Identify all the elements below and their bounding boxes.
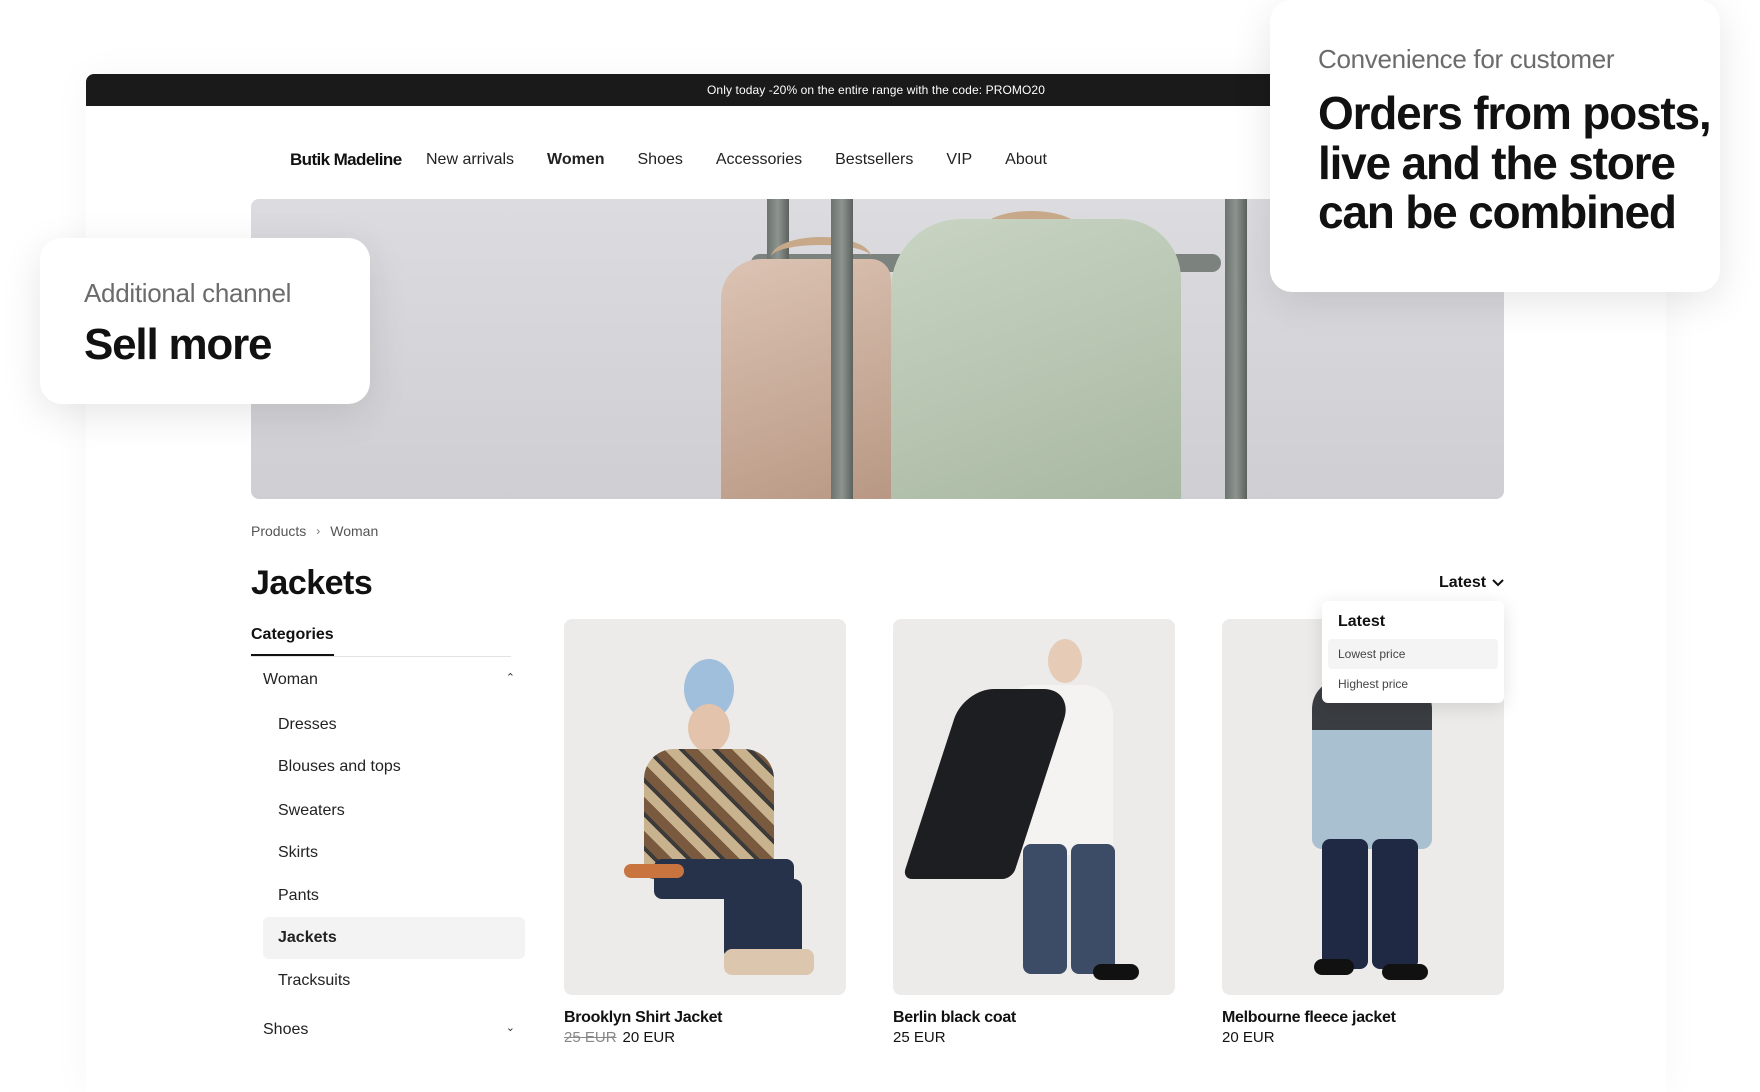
category-group-label: Woman (263, 671, 318, 688)
product-card[interactable]: Berlin black coat 25 EUR (893, 619, 1175, 1046)
chevron-right-icon: › (316, 524, 321, 538)
breadcrumb-woman[interactable]: Woman (330, 523, 378, 539)
jeans (1023, 844, 1067, 974)
product-image[interactable] (564, 619, 846, 995)
jeans (1372, 839, 1418, 969)
product-card[interactable]: Brooklyn Shirt Jacket 25 EUR 20 EUR (564, 619, 846, 1046)
brand-logo[interactable]: Butik Madeline (290, 150, 402, 170)
category-item-pants[interactable]: Pants (263, 875, 525, 917)
product-price: 25 EUR 20 EUR (564, 1029, 846, 1046)
card-headline: Sell more (84, 320, 272, 369)
chevron-down-icon: ⌄ (505, 1022, 515, 1034)
product-current-price: 20 EUR (622, 1029, 676, 1046)
product-image[interactable] (893, 619, 1175, 995)
face (1048, 639, 1082, 683)
sort-option-lowest-price[interactable]: Lowest price (1328, 639, 1498, 669)
jeans (724, 879, 764, 959)
page-title: Jackets (251, 564, 373, 602)
rack-pole (1225, 199, 1247, 499)
stool-seat (624, 864, 684, 878)
nav-women[interactable]: Women (547, 151, 604, 169)
sort-label: Latest (1439, 574, 1487, 591)
sort-option-latest[interactable]: Latest (1328, 611, 1498, 639)
product-price: 20 EUR (1222, 1029, 1504, 1046)
category-group-woman[interactable]: Woman ⌃ (263, 671, 515, 689)
beige-garment (721, 259, 891, 499)
chevron-down-icon (1492, 579, 1504, 587)
category-item-tracksuits[interactable]: Tracksuits (263, 960, 525, 1002)
sort-dropdown[interactable]: Latest (1439, 574, 1504, 592)
face (688, 704, 730, 752)
breadcrumb-products[interactable]: Products (251, 523, 306, 539)
sort-menu: Latest Lowest price Highest price (1322, 601, 1504, 703)
sort-option-highest-price[interactable]: Highest price (1328, 669, 1498, 699)
fleece-jacket (1312, 679, 1432, 849)
product-price: 25 EUR (893, 1029, 1175, 1046)
shoe (1314, 959, 1354, 975)
rack-pole (831, 199, 853, 499)
breadcrumb: Products › Woman (251, 523, 378, 539)
nav-accessories[interactable]: Accessories (716, 151, 802, 169)
nav-about[interactable]: About (1005, 151, 1047, 169)
product-name: Berlin black coat (893, 1009, 1016, 1026)
nav-new-arrivals[interactable]: New arrivals (426, 151, 514, 169)
shoe (1382, 964, 1428, 980)
product-current-price: 20 EUR (1222, 1029, 1275, 1046)
jeans (1322, 839, 1368, 969)
product-old-price: 25 EUR (564, 1029, 617, 1046)
card-headline: Orders from posts, live and the store ca… (1318, 87, 1712, 239)
card-kicker: Additional channel (84, 278, 292, 308)
feature-card-left: Additional channel Sell more (40, 238, 370, 404)
product-name: Melbourne fleece jacket (1222, 1009, 1396, 1026)
boots (724, 949, 814, 975)
jeans (1071, 844, 1115, 974)
category-item-blouses-and-tops[interactable]: Blouses and tops (263, 746, 525, 788)
divider (251, 656, 511, 657)
category-group-shoes[interactable]: Shoes ⌄ (263, 1021, 515, 1039)
category-item-jackets[interactable]: Jackets (263, 917, 525, 959)
category-item-skirts[interactable]: Skirts (263, 832, 525, 874)
chevron-up-icon: ⌃ (505, 672, 515, 684)
category-item-dresses[interactable]: Dresses (263, 704, 525, 746)
nav-shoes[interactable]: Shoes (638, 151, 683, 169)
product-name: Brooklyn Shirt Jacket (564, 1009, 723, 1026)
nav-vip[interactable]: VIP (946, 151, 972, 169)
promo-text: Only today -20% on the entire range with… (707, 83, 1045, 97)
category-group-label: Shoes (263, 1021, 309, 1038)
green-garment (891, 219, 1181, 499)
nav-bestsellers[interactable]: Bestsellers (835, 151, 913, 169)
tab-categories[interactable]: Categories (251, 626, 334, 656)
feature-card-right: Convenience for customer Orders from pos… (1270, 0, 1720, 292)
card-kicker: Convenience for customer (1318, 44, 1615, 74)
shoe (1093, 964, 1139, 980)
product-current-price: 25 EUR (893, 1029, 946, 1046)
nav-links: New arrivals Women Shoes Accessories Bes… (426, 151, 1080, 169)
jeans (764, 879, 802, 959)
category-item-sweaters[interactable]: Sweaters (263, 790, 525, 832)
